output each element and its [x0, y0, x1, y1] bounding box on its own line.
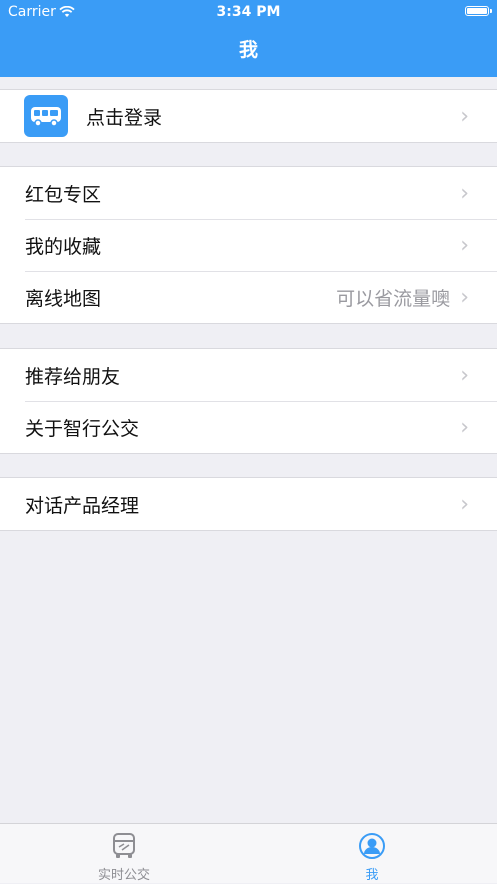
menu-item-label: 关于智行公交 — [25, 417, 140, 440]
chevron-right-icon: › — [460, 284, 469, 310]
tab-bar: 实时公交 我 — [0, 823, 497, 883]
clock: 3:34 PM — [216, 4, 281, 20]
bus-logo-icon — [24, 95, 68, 137]
person-icon — [248, 832, 496, 860]
menu-item-favorites[interactable]: 我的收藏 › — [0, 219, 497, 271]
tab-realtime-bus[interactable]: 实时公交 — [0, 824, 248, 884]
menu-item-offline-map[interactable]: 离线地图 可以省流量噢 › — [0, 271, 497, 323]
status-bar: Carrier 3:34 PM — [0, 0, 497, 24]
login-section: 点击登录 › — [0, 89, 497, 143]
tab-label: 实时公交 — [97, 868, 150, 883]
chevron-right-icon: › — [460, 180, 469, 206]
menu-item-about[interactable]: 关于智行公交 › — [0, 401, 497, 453]
chevron-right-icon: › — [460, 103, 469, 129]
menu-item-label: 推荐给朋友 — [25, 365, 121, 388]
menu-section-3: 对话产品经理 › — [0, 477, 497, 531]
chevron-right-icon: › — [460, 414, 469, 440]
tab-me[interactable]: 我 — [248, 824, 496, 884]
menu-item-red-packet[interactable]: 红包专区 › — [0, 167, 497, 219]
menu-item-contact-pm[interactable]: 对话产品经理 › — [0, 478, 497, 530]
menu-item-label: 红包专区 — [25, 183, 102, 206]
menu-item-recommend[interactable]: 推荐给朋友 › — [0, 349, 497, 401]
chevron-right-icon: › — [460, 491, 469, 517]
menu-item-label: 离线地图 — [25, 287, 102, 310]
login-label: 点击登录 — [86, 106, 163, 129]
chevron-right-icon: › — [460, 362, 469, 388]
menu-section-2: 推荐给朋友 › 关于智行公交 › — [0, 348, 497, 454]
battery-icon — [465, 6, 492, 16]
tab-label: 我 — [365, 868, 379, 883]
nav-bar: 我 — [0, 24, 497, 77]
menu-item-label: 对话产品经理 — [25, 494, 140, 517]
menu-item-detail: 可以省流量噢 — [336, 287, 451, 310]
menu-section-1: 红包专区 › 我的收藏 › 离线地图 可以省流量噢 › — [0, 166, 497, 324]
menu-item-label: 我的收藏 — [25, 235, 102, 258]
bus-icon — [0, 832, 248, 860]
page-title: 我 — [238, 39, 258, 61]
login-row[interactable]: 点击登录 › — [0, 90, 497, 142]
chevron-right-icon: › — [460, 232, 469, 258]
